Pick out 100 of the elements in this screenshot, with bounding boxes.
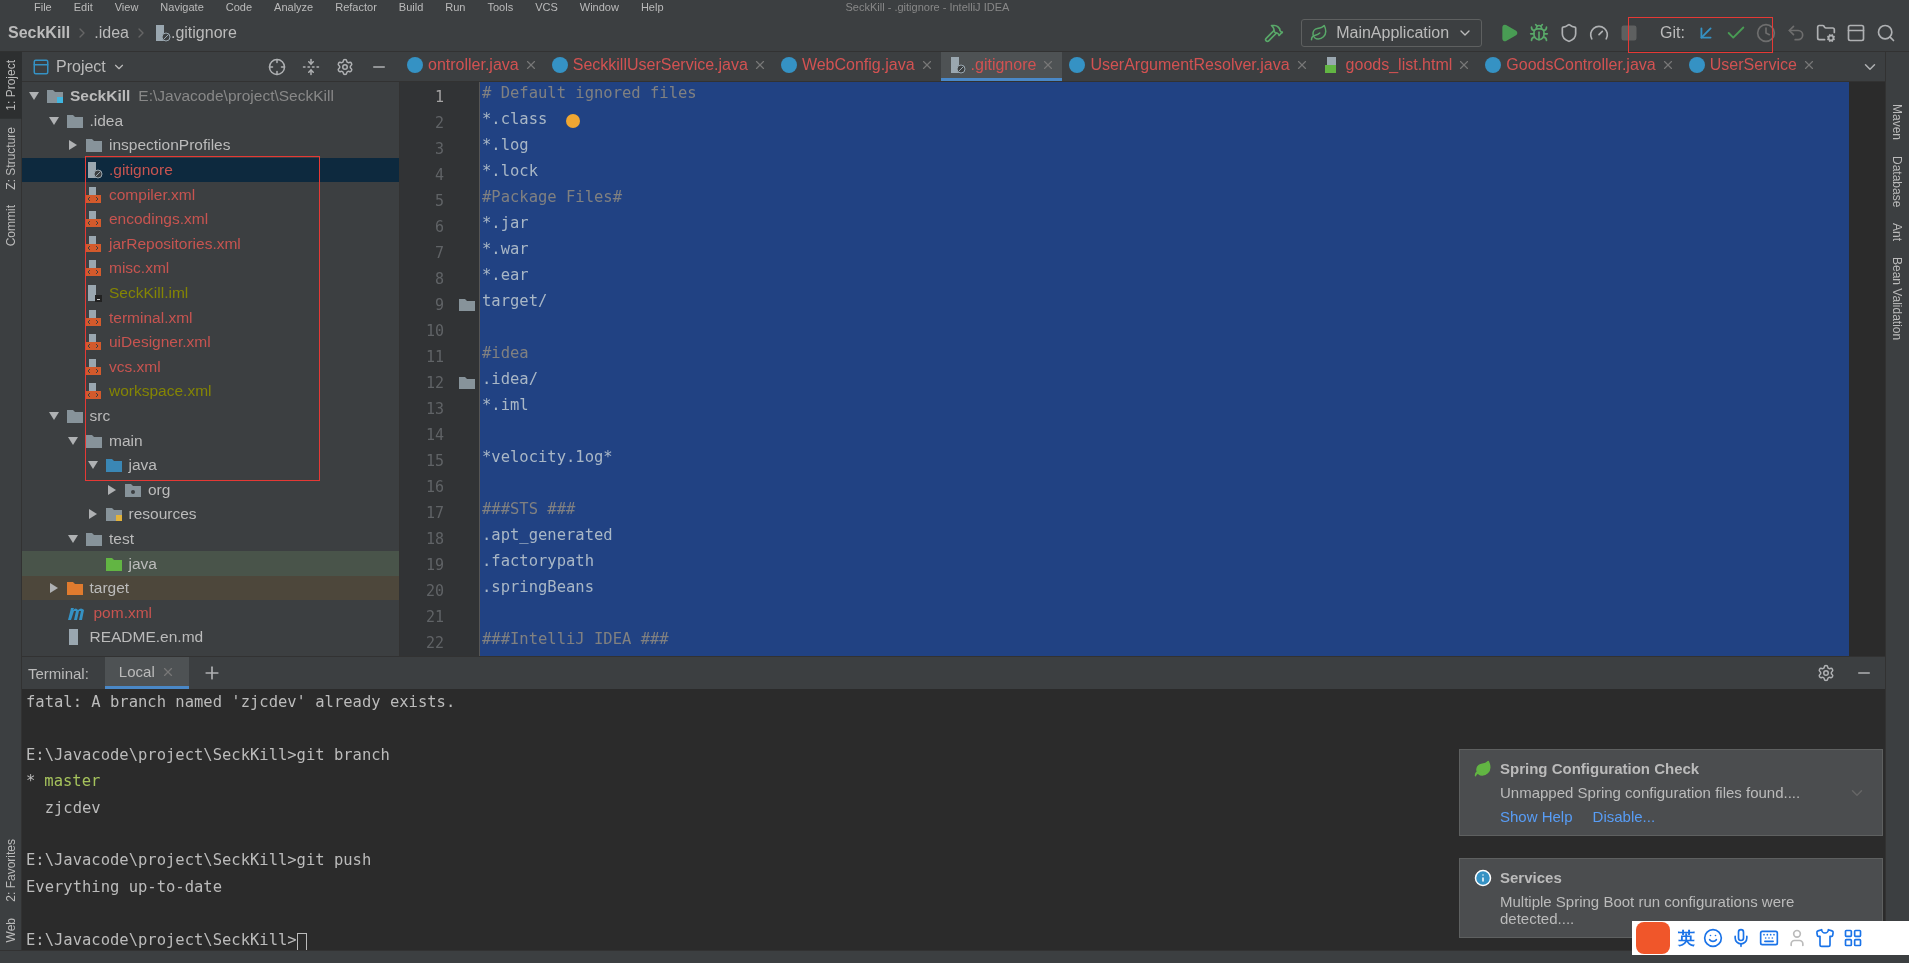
code-line: .idea/ <box>482 370 538 388</box>
code-line: .springBeans <box>482 578 594 596</box>
tree-row[interactable]: resources <box>22 502 399 527</box>
tree-item-label: inspectionProfiles <box>109 136 231 155</box>
menu-item[interactable]: VCS <box>535 0 558 14</box>
terminal-output: E:\Javacode\project\SeckKill>git branch <box>26 745 390 766</box>
terminal-title: Terminal: <box>28 664 89 682</box>
line-number: 1 <box>433 88 444 106</box>
breadcrumb[interactable]: SeckKill <box>8 23 71 42</box>
notification-message: Multiple Spring Boot run configurations were detected.... <box>1500 893 1796 927</box>
code-line: *.iml <box>482 396 529 414</box>
tree-item-label: test <box>109 530 134 548</box>
code-comment: ###STS ### <box>482 500 576 518</box>
code-line: *.ear <box>482 266 529 284</box>
branch-marker: * <box>26 772 36 793</box>
tree-item-label: encodings.xml <box>109 210 209 229</box>
terminal-prompt: E:\Javacode\project\SeckKill> <box>26 930 297 951</box>
tree-item-label: .idea <box>89 111 124 130</box>
tree-item-label: compiler.xml <box>109 185 196 204</box>
breadcrumb[interactable]: .gitignore <box>170 23 237 42</box>
tree-item-label: SeckKill <box>70 87 131 106</box>
tree-item-label: org <box>148 480 171 499</box>
menu-item[interactable]: View <box>114 0 139 14</box>
notification-title: Services <box>1500 869 1563 887</box>
menu-item[interactable]: Edit <box>73 0 93 14</box>
code-line: *.log <box>482 136 529 154</box>
tree-item-label: SeckKill.iml <box>109 284 189 303</box>
code-comment: #idea <box>482 344 529 362</box>
notification-link[interactable]: Disable... <box>1592 808 1656 825</box>
project-view-dropdown[interactable]: Project <box>28 57 130 76</box>
notification-title: Spring Configuration Check <box>1500 760 1701 778</box>
tool-window-button[interactable]: Z: Structure <box>0 118 22 198</box>
menu-item[interactable]: Build <box>398 0 424 14</box>
code-line: .factorypath <box>482 552 594 570</box>
tree-item-label: main <box>109 431 143 450</box>
notification-message: Unmapped Spring configuration files found.... <box>1500 784 1802 802</box>
breadcrumb[interactable]: .idea <box>94 23 129 42</box>
code-line: target/ <box>482 292 548 310</box>
tree-item-label: vcs.xml <box>109 357 161 376</box>
code-line: .apt_generated <box>482 526 613 544</box>
tool-window-button[interactable]: Maven <box>1886 96 1908 149</box>
code-line: *velocity.1og* <box>482 448 613 466</box>
terminal-output: E:\Javacode\project\SeckKill>git push <box>26 851 372 872</box>
tree-row[interactable]: README.en.md <box>22 625 399 650</box>
tree-row[interactable]: java <box>22 551 399 576</box>
tree-row[interactable]: .idea <box>22 108 399 134</box>
tree-item-label: misc.xml <box>109 259 170 278</box>
tree-row[interactable]: SeckKill E:\Javacode\project\SeckKill <box>22 84 399 109</box>
tree-item-label: java <box>128 554 157 573</box>
code-line: *.lock <box>482 162 538 180</box>
tree-item-label: java <box>128 456 157 475</box>
tree-item-label: resources <box>128 505 197 524</box>
notification-link[interactable]: Show Help <box>1500 808 1573 825</box>
tool-window-button[interactable]: Ant <box>1886 215 1908 250</box>
code-comment: #Package Files# <box>482 188 622 206</box>
menu-item[interactable]: Code <box>225 0 253 14</box>
run-configuration-dropdown[interactable]: MainApplication <box>1301 18 1483 47</box>
tree-item-label: pom.xml <box>93 603 153 622</box>
code-comment: # Default ignored files <box>482 84 697 102</box>
menu-item[interactable]: Run <box>445 0 466 14</box>
tree-row[interactable]: src <box>22 403 399 429</box>
menu-item[interactable]: File <box>34 0 52 14</box>
project-path: E:\Javacode\project\SeckKill <box>138 87 334 106</box>
menu-item[interactable]: Window <box>579 0 619 14</box>
tree-row[interactable]: org <box>22 477 399 503</box>
code-line: *.class <box>482 110 548 128</box>
menu-item[interactable]: Refactor <box>335 0 377 14</box>
code-line: *.war <box>482 240 529 258</box>
tree-row[interactable]: main <box>22 428 399 453</box>
tree-row[interactable]: .gitignore <box>22 157 399 183</box>
terminal-output: fatal: A branch named 'zjcdev' already exists. <box>26 693 456 713</box>
tree-item-label: .gitignore <box>109 161 173 180</box>
tool-window-button[interactable]: Commit <box>0 197 22 255</box>
tree-item-label: jarRepositories.xml <box>109 234 241 253</box>
terminal-tab[interactable]: Local <box>104 657 189 689</box>
tree-item-label: uiDesigner.xml <box>109 333 211 352</box>
tree-item-label: terminal.xml <box>109 308 193 327</box>
tree-row[interactable]: test <box>22 526 399 552</box>
terminal-output: Everything up-to-date <box>26 877 222 898</box>
tool-window-button[interactable]: Bean Validation <box>1886 249 1908 349</box>
tool-window-button[interactable]: Database <box>1886 148 1908 216</box>
window-title: SeckKill - .gitignore - IntelliJ IDEA <box>845 0 1010 14</box>
tree-item-label: workspace.xml <box>109 382 212 401</box>
tree-row[interactable]: target <box>22 575 399 601</box>
terminal-output: zjcdev <box>43 798 101 819</box>
git-label: Git: <box>1660 23 1685 42</box>
tree-row[interactable]: inspectionProfiles <box>22 133 399 158</box>
tree-row[interactable]: java <box>22 452 399 478</box>
tree-item-label: README.en.md <box>89 628 204 647</box>
code-comment: ###IntelliJ IDEA ### <box>482 630 669 648</box>
menu-item[interactable]: Analyze <box>274 0 314 14</box>
menu-item[interactable]: Help <box>640 0 664 14</box>
menu-item[interactable]: Navigate <box>160 0 204 14</box>
tool-window-button[interactable]: Web <box>0 909 22 950</box>
input-mode-toggle[interactable]: 英 <box>1678 926 1695 950</box>
tool-window-button[interactable]: 2: Favorites <box>0 830 22 910</box>
menu-item[interactable]: Tools <box>487 0 514 14</box>
tree-item-label: src <box>89 407 111 425</box>
tool-window-button[interactable]: 1: Project <box>0 52 22 119</box>
tree-item-label: target <box>89 579 130 598</box>
